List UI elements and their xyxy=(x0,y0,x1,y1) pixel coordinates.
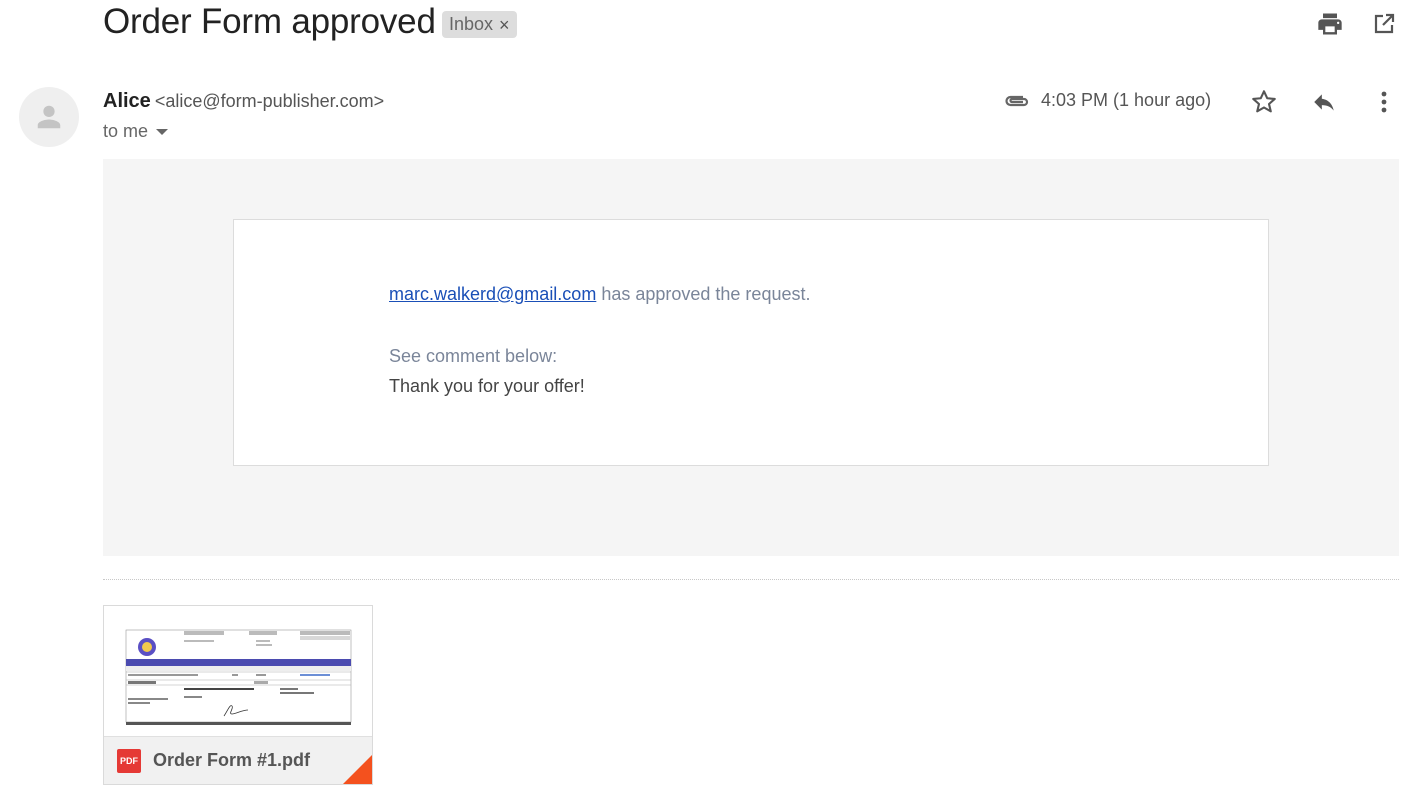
caret-down-icon xyxy=(156,128,169,135)
open-in-new-window-icon[interactable] xyxy=(1372,12,1396,36)
recipient-details-toggle[interactable]: to me xyxy=(103,121,169,142)
reply-icon[interactable] xyxy=(1310,89,1338,115)
corner-fold-icon xyxy=(343,755,372,784)
pdf-file-icon: PDF xyxy=(117,749,141,773)
email-subject: Order Form approved xyxy=(103,2,436,41)
paperclip-icon xyxy=(1005,95,1029,106)
comment-label: See comment below: xyxy=(389,346,558,366)
remove-label-button[interactable]: × xyxy=(499,16,510,34)
star-icon[interactable] xyxy=(1250,88,1278,116)
approval-line: marc.walkerd@gmail.com has approved the … xyxy=(389,284,810,305)
approver-email-link[interactable]: marc.walkerd@gmail.com xyxy=(389,284,596,304)
sender-line: Alice <alice@form-publisher.com> xyxy=(103,90,384,113)
comment-text: Thank you for your offer! xyxy=(389,376,585,396)
print-icon[interactable] xyxy=(1316,10,1344,38)
attachment-thumbnail xyxy=(104,606,372,736)
pdf-badge-text: PDF xyxy=(120,756,138,766)
recipient-text: to me xyxy=(103,121,149,141)
message-timestamp: 4:03 PM (1 hour ago) xyxy=(1041,90,1212,110)
attachment-footer: PDF Order Form #1.pdf xyxy=(104,736,372,784)
attachment-file-name[interactable]: Order Form #1.pdf xyxy=(153,750,310,771)
sender-name[interactable]: Alice xyxy=(103,90,151,112)
label-chip-text: Inbox xyxy=(449,14,494,34)
sender-avatar[interactable] xyxy=(19,87,79,147)
person-icon xyxy=(37,105,61,129)
more-vertical-icon[interactable] xyxy=(1376,88,1392,116)
sender-email: <alice@form-publisher.com> xyxy=(154,91,385,111)
message-card xyxy=(233,219,1269,466)
timestamp-group: 4:03 PM (1 hour ago) xyxy=(1003,90,1211,111)
attachments-divider xyxy=(103,579,1399,580)
label-chip-inbox[interactable]: Inbox × xyxy=(442,11,517,38)
approval-text: has approved the request. xyxy=(596,284,811,304)
attachment-card[interactable]: PDF Order Form #1.pdf xyxy=(103,605,373,785)
